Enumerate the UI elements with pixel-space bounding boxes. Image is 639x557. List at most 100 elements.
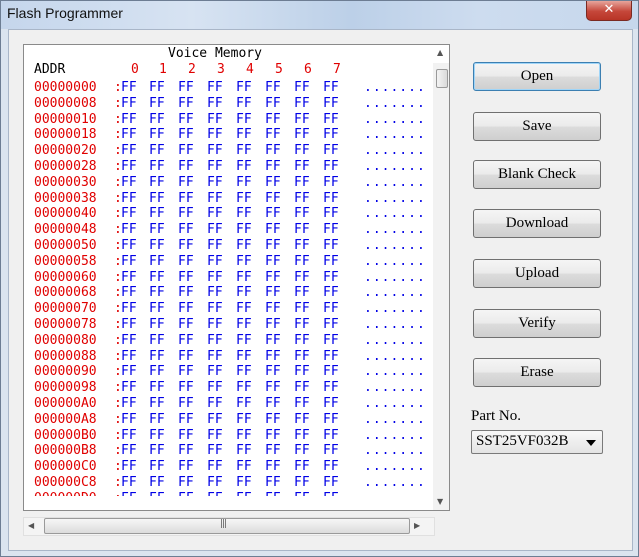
byte-cell[interactable]: FF xyxy=(294,396,310,411)
byte-cell[interactable]: FF xyxy=(121,159,137,174)
byte-cell[interactable]: FF xyxy=(149,380,165,395)
byte-cell[interactable]: FF xyxy=(265,317,281,332)
byte-cell[interactable]: FF xyxy=(207,333,223,348)
vertical-scrollbar[interactable] xyxy=(433,63,449,510)
byte-cell[interactable]: FF xyxy=(121,396,137,411)
byte-cell[interactable]: FF xyxy=(149,112,165,127)
byte-cell[interactable]: FF xyxy=(294,175,310,190)
byte-cell[interactable]: FF xyxy=(149,412,165,427)
byte-cell[interactable]: FF xyxy=(265,80,281,95)
title-bar[interactable]: Flash Programmer ✕ xyxy=(1,1,638,29)
part-no-select[interactable]: SST25VF032B xyxy=(471,430,603,454)
byte-cell[interactable]: FF xyxy=(265,443,281,458)
byte-cell[interactable]: FF xyxy=(265,475,281,490)
byte-cell[interactable]: FF xyxy=(207,191,223,206)
byte-cell[interactable]: FF xyxy=(323,159,339,174)
byte-cell[interactable]: FF xyxy=(265,285,281,300)
byte-cell[interactable]: FF xyxy=(207,238,223,253)
byte-cell[interactable]: FF xyxy=(236,143,252,158)
byte-cell[interactable]: FF xyxy=(178,301,194,316)
byte-cell[interactable]: FF xyxy=(265,222,281,237)
byte-cell[interactable]: FF xyxy=(121,428,137,443)
byte-cell[interactable]: FF xyxy=(294,333,310,348)
byte-cell[interactable]: FF xyxy=(178,254,194,269)
byte-cell[interactable]: FF xyxy=(265,301,281,316)
byte-cell[interactable]: FF xyxy=(149,349,165,364)
byte-cell[interactable]: FF xyxy=(121,222,137,237)
byte-cell[interactable]: FF xyxy=(178,270,194,285)
byte-cell[interactable]: FF xyxy=(149,254,165,269)
byte-cell[interactable]: FF xyxy=(178,143,194,158)
byte-cell[interactable]: FF xyxy=(121,412,137,427)
byte-cell[interactable]: FF xyxy=(236,443,252,458)
byte-cell[interactable]: FF xyxy=(149,127,165,142)
byte-cell[interactable]: FF xyxy=(178,96,194,111)
byte-cell[interactable]: FF xyxy=(149,191,165,206)
byte-cell[interactable]: FF xyxy=(149,285,165,300)
scroll-right-icon[interactable]: ▶ xyxy=(414,521,420,530)
byte-cell[interactable]: FF xyxy=(149,459,165,474)
byte-cell[interactable]: FF xyxy=(236,285,252,300)
byte-cell[interactable]: FF xyxy=(121,127,137,142)
byte-cell[interactable]: FF xyxy=(265,270,281,285)
byte-cell[interactable]: FF xyxy=(265,428,281,443)
byte-cell[interactable]: FF xyxy=(236,301,252,316)
byte-cell[interactable]: FF xyxy=(323,206,339,221)
horizontal-scroll-thumb[interactable] xyxy=(44,518,410,534)
byte-cell[interactable]: FF xyxy=(294,127,310,142)
byte-cell[interactable]: FF xyxy=(121,238,137,253)
byte-cell[interactable]: FF xyxy=(121,459,137,474)
byte-cell[interactable]: FF xyxy=(294,238,310,253)
memory-view[interactable]: Voice Memory ADDR 01234567 00000000: FF FF… xyxy=(23,44,450,511)
byte-cell[interactable]: FF xyxy=(121,80,137,95)
byte-cell[interactable]: FF xyxy=(323,270,339,285)
byte-cell[interactable]: FF xyxy=(323,475,339,490)
byte-cell[interactable]: FF xyxy=(323,491,339,496)
byte-cell[interactable]: FF xyxy=(149,301,165,316)
byte-cell[interactable]: FF xyxy=(323,112,339,127)
byte-cell[interactable]: FF xyxy=(121,206,137,221)
byte-cell[interactable]: FF xyxy=(236,349,252,364)
byte-cell[interactable]: FF xyxy=(236,459,252,474)
byte-cell[interactable]: FF xyxy=(265,459,281,474)
scroll-left-icon[interactable]: ◀ xyxy=(28,521,34,530)
byte-cell[interactable]: FF xyxy=(178,175,194,190)
byte-cell[interactable]: FF xyxy=(265,96,281,111)
byte-cell[interactable]: FF xyxy=(236,475,252,490)
byte-cell[interactable]: FF xyxy=(149,222,165,237)
byte-cell[interactable]: FF xyxy=(294,491,310,496)
byte-cell[interactable]: FF xyxy=(149,475,165,490)
chevron-down-icon[interactable] xyxy=(586,440,596,446)
byte-cell[interactable]: FF xyxy=(207,96,223,111)
byte-cell[interactable]: FF xyxy=(294,159,310,174)
byte-cell[interactable]: FF xyxy=(207,270,223,285)
byte-cell[interactable]: FF xyxy=(121,270,137,285)
byte-cell[interactable]: FF xyxy=(178,159,194,174)
byte-cell[interactable]: FF xyxy=(121,301,137,316)
byte-cell[interactable]: FF xyxy=(236,127,252,142)
byte-cell[interactable]: FF xyxy=(323,443,339,458)
byte-cell[interactable]: FF xyxy=(178,80,194,95)
byte-cell[interactable]: FF xyxy=(236,380,252,395)
byte-cell[interactable]: FF xyxy=(121,349,137,364)
byte-cell[interactable]: FF xyxy=(236,412,252,427)
byte-cell[interactable]: FF xyxy=(178,191,194,206)
byte-cell[interactable]: FF xyxy=(178,380,194,395)
byte-cell[interactable]: FF xyxy=(207,459,223,474)
open-button[interactable]: Open xyxy=(473,62,601,91)
byte-cell[interactable]: FF xyxy=(207,428,223,443)
byte-cell[interactable]: FF xyxy=(207,396,223,411)
byte-cell[interactable]: FF xyxy=(236,364,252,379)
byte-cell[interactable]: FF xyxy=(207,317,223,332)
byte-cell[interactable]: FF xyxy=(207,412,223,427)
byte-cell[interactable]: FF xyxy=(178,349,194,364)
byte-cell[interactable]: FF xyxy=(207,285,223,300)
byte-cell[interactable]: FF xyxy=(294,96,310,111)
byte-cell[interactable]: FF xyxy=(121,333,137,348)
byte-cell[interactable]: FF xyxy=(121,254,137,269)
byte-cell[interactable]: FF xyxy=(149,96,165,111)
byte-cell[interactable]: FF xyxy=(294,459,310,474)
byte-cell[interactable]: FF xyxy=(294,301,310,316)
erase-button[interactable]: Erase xyxy=(473,358,601,387)
byte-cell[interactable]: FF xyxy=(178,112,194,127)
